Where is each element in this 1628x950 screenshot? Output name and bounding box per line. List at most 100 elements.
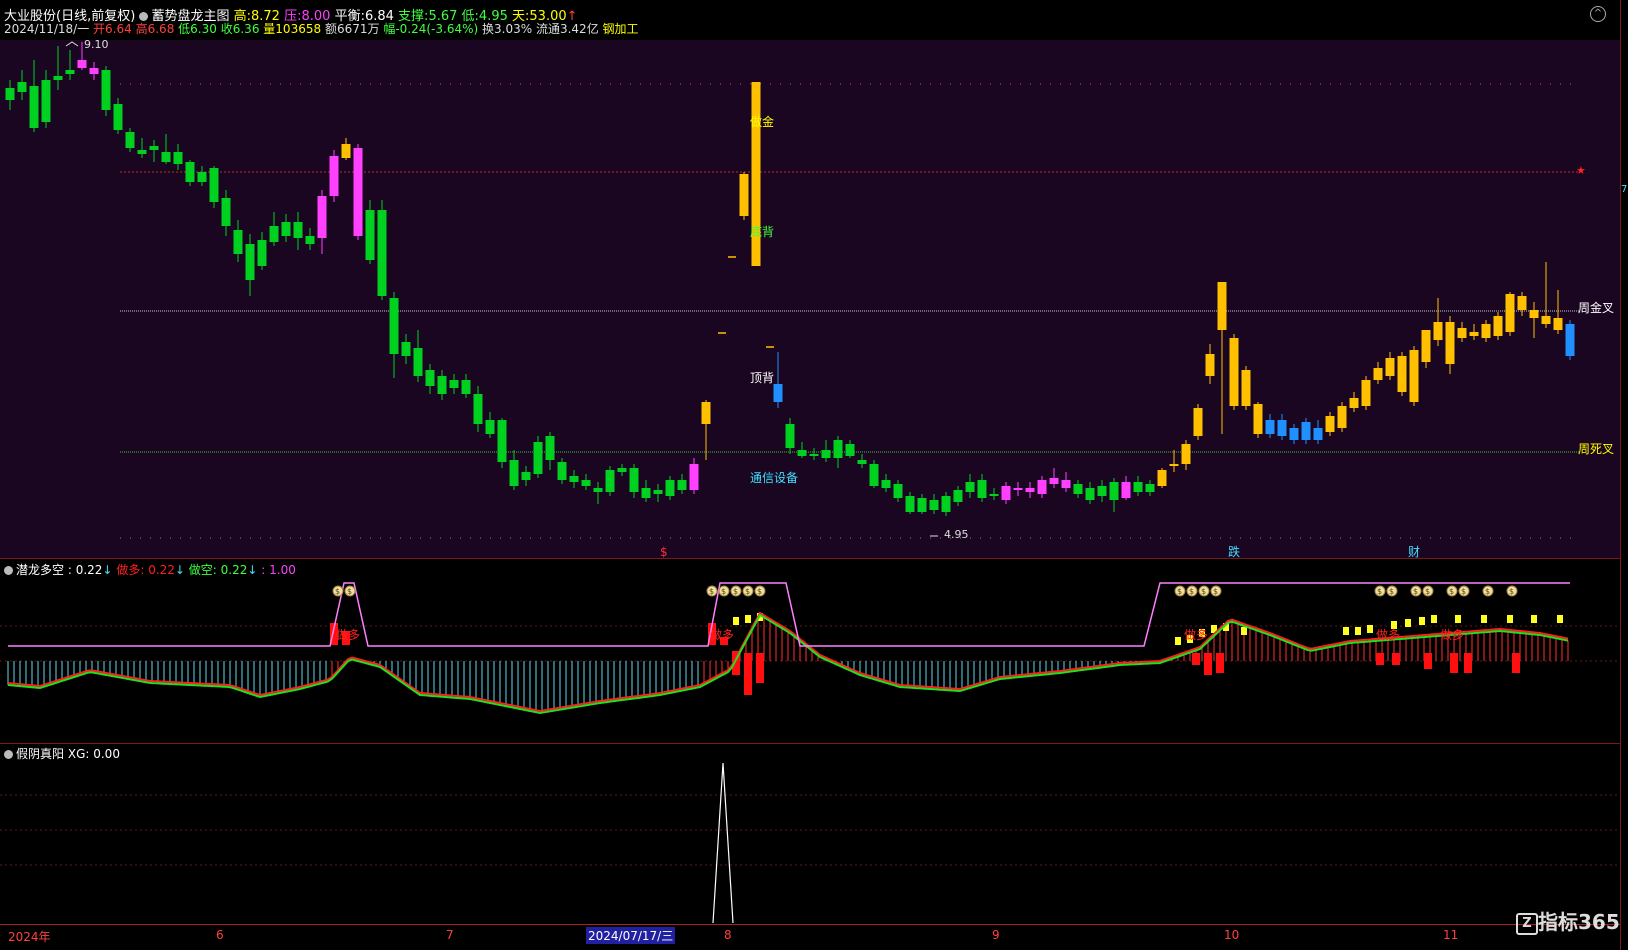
signal-tick: [1455, 615, 1461, 623]
xg-signal-spike: [712, 762, 734, 924]
candle-body: [1205, 354, 1215, 376]
candle-body: [257, 240, 267, 266]
coin-icon: $: [709, 587, 714, 596]
close-text: 收6.36: [220, 22, 260, 36]
candle-body: [305, 236, 315, 244]
collapse-icon[interactable]: ^: [1590, 6, 1606, 22]
candle-body: [1073, 484, 1083, 494]
candle-body: [65, 70, 75, 74]
candle-body: [1349, 398, 1359, 408]
candle-body: [653, 490, 663, 494]
candle-body: [929, 500, 939, 510]
candle-body: [739, 174, 749, 216]
candle-body: [1469, 332, 1479, 336]
signal-tick: [1405, 619, 1411, 627]
candle-body: [557, 462, 567, 480]
signal-bar: [1450, 653, 1458, 673]
candle-body: [869, 464, 879, 486]
candle-body: [977, 480, 987, 498]
zuoduo-label: 做多: [710, 627, 734, 642]
coin-icon: $: [1461, 587, 1466, 596]
time-label-10: 10: [1224, 928, 1240, 942]
coin-icon: $: [335, 587, 340, 596]
main-price-chart[interactable]: 9.10 4.95 做金 底背 顶背 通信设备 周金叉 周死叉 ★: [0, 38, 1620, 558]
candle-body: [857, 460, 867, 464]
annot-zhoujincha: 周金叉: [1578, 300, 1614, 315]
signal-bar: [1464, 653, 1472, 673]
candle-body: [233, 230, 243, 254]
candle-body: [1553, 318, 1563, 330]
candle-body: [101, 70, 111, 110]
signal-tick: [1431, 615, 1437, 623]
candle-body: [941, 496, 951, 512]
candle-body: [905, 496, 915, 512]
panel2-toggle-icon[interactable]: [4, 566, 13, 575]
panel3-chart[interactable]: [0, 745, 1620, 928]
candle-body: [41, 80, 51, 122]
time-label-6: 6: [216, 928, 224, 942]
mark-dollar: $: [660, 545, 668, 559]
candle-body: [1421, 330, 1431, 362]
candle-body: [1325, 416, 1335, 432]
candle-body: [389, 298, 399, 354]
candle-body: [893, 484, 903, 498]
zuoduo-label: 做多: [1184, 627, 1208, 642]
signal-tick: [1175, 637, 1181, 645]
divider-1: [0, 558, 1628, 559]
candle-body: [797, 450, 807, 456]
candle-body: [1241, 370, 1251, 406]
coin-icon: $: [1449, 587, 1454, 596]
max-price-label: 9.10: [84, 40, 109, 51]
candle-body: [1289, 428, 1299, 440]
candle-body: [1025, 488, 1035, 492]
annot-dibei: 底背: [750, 224, 774, 239]
min-price-label: 4.95: [944, 528, 969, 541]
candle-body: [1385, 358, 1395, 376]
signal-bar: [744, 653, 752, 695]
candle-body: [293, 222, 303, 238]
candle-body: [1157, 470, 1167, 486]
coin-icon: $: [1509, 587, 1514, 596]
candle-body: [821, 450, 831, 458]
candle-body: [1565, 324, 1575, 356]
candle-body: [773, 384, 783, 402]
candle-body: [1169, 464, 1179, 466]
candle-body: [89, 68, 99, 74]
pink-step-line: [8, 582, 1570, 647]
trend-lines: [7, 582, 1570, 715]
candlestick-series: [5, 41, 1575, 537]
candle-body: [1337, 406, 1347, 428]
candle-body: [581, 480, 591, 486]
coin-icon: $: [721, 587, 726, 596]
candle-body: [413, 348, 423, 376]
panel2-chart[interactable]: $ $ $ $ $ $ $ $ $ $ $ $ $ $ $ $ $ $ $ 做多 做多 做多 做多 做多: [0, 575, 1620, 746]
candle-body: [269, 226, 279, 242]
candle-body: [461, 380, 471, 394]
coin-icon: $: [1413, 587, 1418, 596]
signal-tick: [1481, 615, 1487, 623]
annot-dingbei: 顶背: [750, 371, 774, 385]
candle-body: [401, 342, 411, 356]
signal-bar: [1392, 653, 1400, 665]
candle-body: [1121, 482, 1131, 498]
candle-body: [785, 424, 795, 448]
candle-body: [1145, 484, 1155, 492]
candle-body: [1529, 310, 1539, 318]
open-text: 开6.64: [93, 22, 132, 36]
candle-body: [809, 454, 819, 456]
candle-body: [617, 468, 627, 472]
candle-body: [317, 196, 327, 238]
signal-tick: [1531, 615, 1537, 623]
signal-tick: [1419, 617, 1425, 625]
industry-text[interactable]: 钢加工: [603, 22, 639, 36]
annot-sector: 通信设备: [750, 471, 798, 485]
coin-icon: $: [1425, 587, 1430, 596]
candle-body: [1277, 420, 1287, 436]
annot-zuojin: 做金: [750, 114, 774, 129]
coin-icon: $: [1177, 587, 1182, 596]
candle-body: [1505, 294, 1515, 332]
candle-body: [113, 104, 123, 130]
candle-body: [473, 394, 483, 424]
candle-body: [605, 470, 615, 492]
candle-body: [989, 494, 999, 496]
